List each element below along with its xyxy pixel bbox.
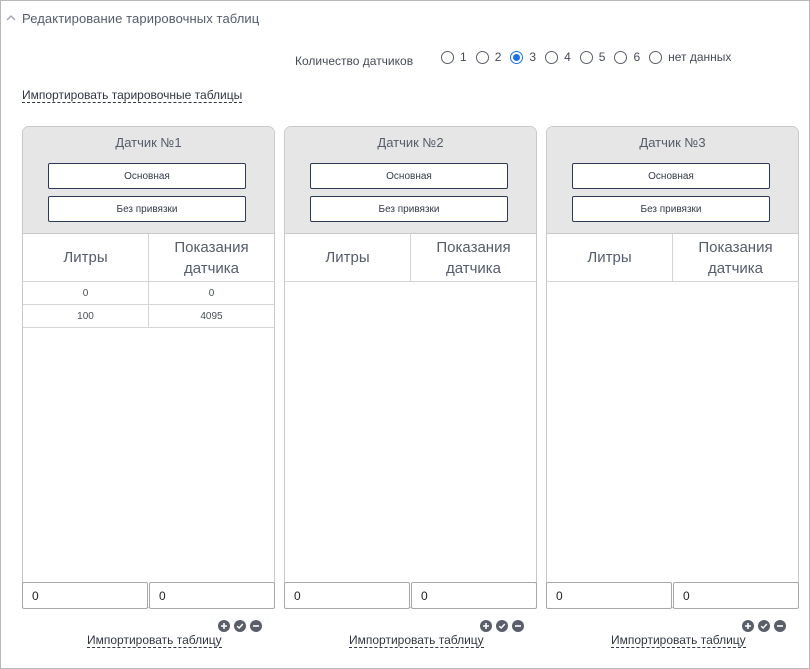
table-body: 0 0 100 4095 xyxy=(23,282,274,328)
sensor-title: Датчик №2 xyxy=(377,135,444,150)
row-actions xyxy=(214,620,262,632)
radio-button[interactable] xyxy=(475,50,489,64)
main-button[interactable]: Основная xyxy=(48,163,246,189)
import-table-link[interactable]: Импортировать таблицу xyxy=(349,634,484,648)
confirm-icon[interactable] xyxy=(496,620,508,632)
radio-button[interactable] xyxy=(649,50,663,64)
sensor-count-radio-group: 1 2 3 4 5 6 нет данных xyxy=(441,50,740,64)
reading-column-header: Показания датчика xyxy=(698,238,773,277)
liters-input[interactable] xyxy=(546,582,672,609)
reading-input[interactable] xyxy=(673,582,799,609)
liters-column-header: Литры xyxy=(23,234,149,281)
liters-cell[interactable]: 0 xyxy=(23,282,149,304)
row-actions xyxy=(476,620,524,632)
radio-label: нет данных xyxy=(668,50,732,64)
unbound-button[interactable]: Без привязки xyxy=(48,196,246,222)
reading-input[interactable] xyxy=(149,582,275,609)
unbound-button[interactable]: Без привязки xyxy=(572,196,770,222)
import-table-link[interactable]: Импортировать таблицу xyxy=(611,634,746,648)
reading-column-header: Показания датчика xyxy=(436,238,511,277)
sensor-panel-header: Датчик №1 Основная Без привязки xyxy=(23,127,274,234)
chevron-up-icon[interactable] xyxy=(4,11,18,25)
liters-column-header: Литры xyxy=(547,234,673,281)
radio-label: 2 xyxy=(494,50,502,64)
radio-label: 5 xyxy=(598,50,606,64)
new-row-inputs xyxy=(284,582,537,609)
main-button[interactable]: Основная xyxy=(310,163,508,189)
sensor-panel-header: Датчик №3 Основная Без привязки xyxy=(547,127,798,234)
remove-icon[interactable] xyxy=(774,620,786,632)
new-row-inputs xyxy=(546,582,799,609)
sensor-count-label: Количество датчиков xyxy=(295,54,414,68)
confirm-icon[interactable] xyxy=(758,620,770,632)
reading-column-header: Показания датчика xyxy=(174,238,249,277)
radio-label: 1 xyxy=(460,50,467,64)
table-row[interactable]: 100 4095 xyxy=(23,305,274,328)
table-header: Литры Показания датчика xyxy=(23,234,274,282)
main-button[interactable]: Основная xyxy=(572,163,770,189)
section-header[interactable]: Редактирование тарировочных таблиц xyxy=(4,9,259,27)
radio-label: 4 xyxy=(564,50,571,64)
radio-button[interactable] xyxy=(510,50,524,64)
radio-label: 6 xyxy=(633,50,641,64)
radio-label: 3 xyxy=(529,50,537,64)
sensor-panel-header: Датчик №2 Основная Без привязки xyxy=(285,127,536,234)
sensor-count-option-1[interactable]: 1 xyxy=(441,50,467,64)
sensor-count-option-4[interactable]: 4 xyxy=(545,50,571,64)
reading-input[interactable] xyxy=(411,582,537,609)
new-row-inputs xyxy=(22,582,275,609)
add-icon[interactable] xyxy=(480,620,492,632)
liters-column-header: Литры xyxy=(285,234,411,281)
sensor-count-option-5[interactable]: 5 xyxy=(579,50,606,64)
remove-icon[interactable] xyxy=(512,620,524,632)
section-title: Редактирование тарировочных таблиц xyxy=(22,10,260,26)
import-all-tables-link[interactable]: Импортировать тарировочные таблицы xyxy=(22,89,243,103)
unbound-button[interactable]: Без привязки xyxy=(310,196,508,222)
sensor-count-option-3[interactable]: 3 xyxy=(510,50,536,64)
radio-button[interactable] xyxy=(614,50,628,64)
confirm-icon[interactable] xyxy=(234,620,246,632)
liters-cell[interactable]: 100 xyxy=(23,305,149,327)
sensor-count-option-2[interactable]: 2 xyxy=(475,50,502,64)
sensor-panel-3: Датчик №3 Основная Без привязки Литры По… xyxy=(546,126,799,609)
liters-input[interactable] xyxy=(284,582,410,609)
table-header: Литры Показания датчика xyxy=(285,234,536,282)
table-header: Литры Показания датчика xyxy=(547,234,798,282)
radio-button[interactable] xyxy=(579,50,593,64)
radio-button[interactable] xyxy=(545,50,559,64)
remove-icon[interactable] xyxy=(250,620,262,632)
sensor-count-option-6[interactable]: 6 xyxy=(614,50,640,64)
add-icon[interactable] xyxy=(742,620,754,632)
sensor-title: Датчик №1 xyxy=(115,135,182,150)
reading-cell[interactable]: 4095 xyxy=(149,305,274,327)
sensor-panel-2: Датчик №2 Основная Без привязки Литры По… xyxy=(284,126,537,609)
sensor-title: Датчик №3 xyxy=(639,135,706,150)
sensor-panel-1: Датчик №1 Основная Без привязки Литры По… xyxy=(22,126,275,609)
radio-button[interactable] xyxy=(441,50,454,64)
sensor-count-option-7[interactable]: нет данных xyxy=(649,50,731,64)
add-icon[interactable] xyxy=(218,620,230,632)
import-table-link[interactable]: Импортировать таблицу xyxy=(87,634,222,648)
table-row[interactable]: 0 0 xyxy=(23,282,274,305)
reading-cell[interactable]: 0 xyxy=(149,282,274,304)
row-actions xyxy=(738,620,786,632)
liters-input[interactable] xyxy=(22,582,148,609)
